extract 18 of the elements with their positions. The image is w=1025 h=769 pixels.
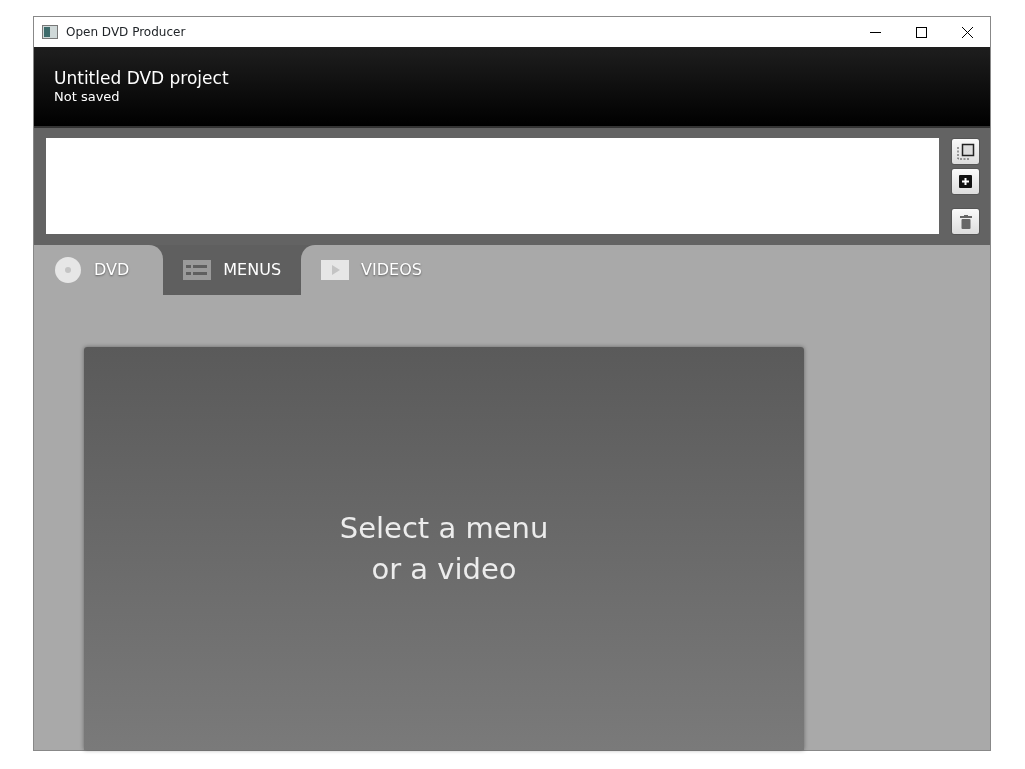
project-title: Untitled DVD project <box>54 67 230 89</box>
maximize-icon <box>915 26 927 38</box>
save-status: Not saved <box>54 89 121 105</box>
add-button[interactable] <box>951 168 980 195</box>
list-icon <box>183 260 212 280</box>
disc-icon <box>54 256 82 284</box>
tab[interactable]: DVD <box>34 245 164 295</box>
window-title: Open DVD Producer <box>66 24 186 41</box>
tab[interactable]: VIDEOS <box>301 245 990 295</box>
select-button[interactable] <box>951 138 980 165</box>
plus-icon <box>959 175 972 188</box>
close-icon <box>961 26 973 38</box>
delete-button[interactable] <box>951 208 980 235</box>
select-icon <box>956 142 975 161</box>
trash-icon <box>959 214 972 229</box>
preview-message: Select a menu or a video <box>339 509 549 588</box>
app-icon <box>42 25 58 39</box>
play-icon <box>321 260 350 280</box>
